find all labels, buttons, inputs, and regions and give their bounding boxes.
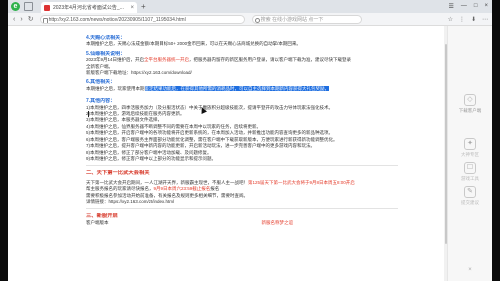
- section5-prefix: 2023年9月14日维护后，开启: [86, 57, 145, 63]
- maximize-icon[interactable]: □: [474, 3, 478, 10]
- section3-highlight: 新服名称: [261, 219, 280, 225]
- side-item-label: 大神专区: [461, 152, 479, 157]
- search-input[interactable]: 搜索 在线小游戏网站 点一下: [251, 14, 362, 24]
- promo-highlight: 第125届天下第一比武大会将于9月8日本周五8:00开启: [248, 179, 355, 185]
- menu-icon[interactable]: ☰: [448, 3, 453, 10]
- more-icon[interactable]: ⋯: [482, 16, 488, 23]
- side-item-feedback[interactable]: ✎ 提交建议: [448, 186, 492, 206]
- promo-prefix: 天下第一比武大会开启期间，一人江湖开天界，新服霸主现世，不服人主一战吧！: [86, 179, 248, 185]
- selected-text[interactable]: 鉴定结果功能后，在获得其他所需的消耗品时，可以自主选择到本期新内容获得大礼包奖励…: [144, 85, 329, 91]
- url-text: http://xy2.163.com/news/notice/20230905/…: [48, 16, 186, 23]
- close-window-icon[interactable]: ×: [484, 3, 488, 10]
- lock-icon: [42, 17, 48, 23]
- side-item-label: 下载客户端: [458, 108, 482, 113]
- side-item-label: 游戏工具: [461, 176, 479, 181]
- back-icon[interactable]: ‹: [13, 16, 15, 23]
- tab-close-icon[interactable]: ×: [130, 5, 134, 11]
- promo-line2-text: 帮主服务报名的玩家请尽快报名，: [86, 186, 154, 192]
- tab-bar: e 2023年4月河北省考面试公告_... × + ☰ — □ ×: [8, 0, 492, 13]
- promo-line2-suffix: 报名: [210, 186, 220, 192]
- download-icon[interactable]: ⬇: [471, 16, 476, 23]
- forward-icon[interactable]: ›: [20, 16, 22, 23]
- edit-icon: ✎: [464, 186, 476, 198]
- extensions-icon[interactable]: ⋮: [459, 16, 465, 23]
- tab-title: 2023年4月河北省考面试公告_...: [53, 5, 124, 11]
- section3-prefix: 客户端版本: [86, 219, 109, 225]
- search-icon: [254, 17, 260, 23]
- site-favicon-icon: [44, 4, 50, 11]
- address-bar: ‹ › ↻ http://xy2.163.com/news/notice/202…: [8, 13, 492, 26]
- page-content: 4.天赐心法相关： 本期推护之后，天赐心法成金额/本期目标50+ 2000金币回…: [8, 26, 448, 281]
- favorite-icon[interactable]: ☆: [448, 16, 453, 23]
- reload-icon[interactable]: ↻: [28, 15, 34, 23]
- screen-frame-left: [0, 0, 8, 281]
- side-item-experts[interactable]: ✦ 大神专区: [448, 138, 492, 158]
- screen-frame-right: [492, 0, 500, 281]
- text-caret: [88, 111, 89, 117]
- side-item-label: 提交建议: [461, 200, 479, 205]
- divider: [86, 208, 398, 210]
- search-placeholder: 搜索 在线小游戏网站 点一下: [260, 16, 324, 23]
- promo-link[interactable]: 详情链接：https://xy2.163.com/zt/index.html: [86, 199, 398, 205]
- new-tab-button[interactable]: +: [141, 2, 146, 11]
- panel-close-icon[interactable]: ×: [448, 267, 492, 273]
- side-item-tools[interactable]: ☐ 游戏工具: [448, 162, 492, 182]
- download-client-icon: ◇: [464, 94, 476, 106]
- tools-icon: ☐: [464, 162, 476, 174]
- download-link[interactable]: 新版客户端下载地址：https://xy2.163.com/download/: [86, 70, 398, 76]
- divider: [86, 165, 398, 167]
- tab-active[interactable]: 2023年4月河北省考面试公告_... ×: [41, 2, 137, 13]
- section6-prefix: 本期维护之后，玩家使用本期: [86, 85, 145, 91]
- section7-line: 9)本周维护之后，修正客户端中以上部分的功能显示和提示问题。: [86, 155, 216, 161]
- section4-line: 本期推护之后，天赐心法成金额/本期目标50+ 2000金币回来，可以在天赐心法商…: [86, 41, 301, 47]
- section3-line: 客户端版本 新服名称梦之谊: [86, 220, 398, 226]
- star-icon: ✦: [464, 138, 476, 150]
- promo-line2-highlight: 9月9日本周六23:59截止报名: [153, 186, 211, 192]
- article-body: 4.天赐心法相关： 本期推护之后，天赐心法成金额/本期目标50+ 2000金币回…: [86, 32, 398, 226]
- toolbar-icons: ☆ ⋮ ⬇ ⋯: [448, 16, 492, 23]
- minimize-icon[interactable]: —: [461, 3, 467, 10]
- section3-suffix: 梦之谊: [279, 219, 294, 225]
- url-input[interactable]: http://xy2.163.com/news/notice/20230905/…: [39, 14, 245, 24]
- section5-highlight: 全平台服务器统一开启: [144, 57, 190, 63]
- section5-suffix: ，把服务器内留存的新区服务用户登录，请以客户端下载为准，建议尽快下载登录: [189, 57, 352, 63]
- side-item-download-client[interactable]: ◇ 下载客户端: [448, 94, 492, 114]
- right-side-panel: ◇ 下载客户端 ✦ 大神专区 ☐ 游戏工具 ✎ 提交建议 ×: [447, 26, 492, 281]
- window-controls: ☰ — □ ×: [448, 3, 492, 10]
- tab-list-icon[interactable]: [24, 2, 33, 11]
- browser-logo-icon[interactable]: e: [11, 2, 20, 11]
